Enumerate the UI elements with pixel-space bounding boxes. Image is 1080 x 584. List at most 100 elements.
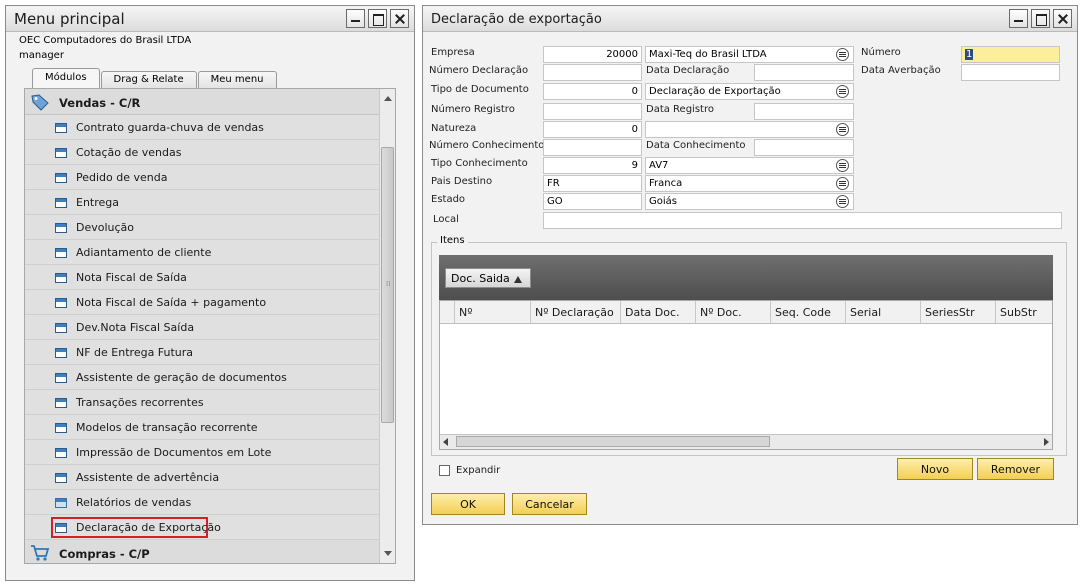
close-button[interactable] — [390, 9, 409, 28]
menu-item-devolucao[interactable]: Devolução — [25, 215, 380, 240]
menu-item-label: Declaração de Exportação — [76, 521, 221, 534]
section-compras-label: Compras - C/P — [59, 547, 150, 561]
export-window-title: Declaração de exportação — [431, 12, 602, 27]
cancelar-button[interactable]: Cancelar — [512, 493, 587, 515]
col-header-seq-code[interactable]: Seq. Code — [770, 301, 845, 323]
close-button[interactable] — [1053, 9, 1072, 28]
tab-meu-menu[interactable]: Meu menu — [197, 71, 277, 89]
menu-item-assistente-geracao[interactable]: Assistente de geração de documentos — [25, 365, 380, 390]
form-icon — [55, 273, 67, 283]
tab-modulos[interactable]: Módulos — [32, 68, 100, 89]
grid-hscrollbar[interactable] — [440, 434, 1052, 449]
minimize-button[interactable] — [1009, 9, 1028, 28]
menu-item-nf-entrega-futura[interactable]: NF de Entrega Futura — [25, 340, 380, 365]
numero-declaracao-label: Número Declaração — [429, 65, 529, 76]
tipo-conhecimento-name-field[interactable]: AV7 — [645, 157, 854, 174]
natureza-name-field[interactable] — [645, 121, 854, 138]
scroll-up-icon[interactable] — [381, 90, 395, 106]
data-averbacao-field[interactable] — [961, 64, 1060, 81]
natureza-code-field[interactable]: 0 — [543, 121, 642, 138]
numero-conhecimento-field[interactable] — [543, 139, 642, 156]
tipo-conhecimento-label: Tipo Conhecimento — [431, 158, 528, 169]
data-registro-field[interactable] — [754, 103, 854, 120]
menu-item-label: Relatórios de vendas — [76, 496, 192, 509]
menu-item-assistente-advertencia[interactable]: Assistente de advertência — [25, 465, 380, 490]
estado-code-field[interactable]: GO — [543, 193, 642, 210]
novo-button[interactable]: Novo — [897, 458, 973, 480]
main-menu-titlebar[interactable]: Menu principal — [6, 6, 414, 32]
data-declaracao-field[interactable] — [754, 64, 854, 81]
pais-destino-name-field[interactable]: Franca — [645, 175, 854, 192]
form-icon — [55, 348, 67, 358]
menu-item-nota-fiscal-saida[interactable]: Nota Fiscal de Saída — [25, 265, 380, 290]
menu-item-transacoes-recorrentes[interactable]: Transações recorrentes — [25, 390, 380, 415]
ok-button[interactable]: OK — [431, 493, 505, 515]
maximize-button[interactable] — [368, 9, 387, 28]
scroll-thumb[interactable]: ⁞⁞ — [381, 147, 394, 423]
choose-list-icon[interactable] — [836, 177, 849, 190]
menu-tabs: Módulos Drag & Relate Meu menu — [32, 68, 278, 89]
numero-declaracao-field[interactable] — [543, 64, 642, 81]
local-field[interactable] — [543, 212, 1062, 229]
menu-item-cotacao[interactable]: Cotação de vendas — [25, 140, 380, 165]
numero-registro-field[interactable] — [543, 103, 642, 120]
menu-item-impressao-lote[interactable]: Impressão de Documentos em Lote — [25, 440, 380, 465]
section-compras[interactable]: Compras - C/P — [25, 540, 380, 563]
modules-scrollbar[interactable]: ⁞⁞ — [379, 89, 395, 563]
menu-item-entrega[interactable]: Entrega — [25, 190, 380, 215]
estado-name-field[interactable]: Goiás — [645, 193, 854, 210]
company-name: OEC Computadores do Brasil LTDA — [19, 35, 192, 46]
menu-item-declaracao-exportacao[interactable]: Declaração de Exportação — [25, 515, 380, 540]
data-conhecimento-field[interactable] — [754, 139, 854, 156]
menu-item-modelos-transacao[interactable]: Modelos de transação recorrente — [25, 415, 380, 440]
itens-grid[interactable]: Nº Nº Declaração Data Doc. Nº Doc. Seq. … — [439, 300, 1053, 450]
tipo-documento-code-field[interactable]: 0 — [543, 83, 642, 100]
tipo-conhecimento-code-field[interactable]: 9 — [543, 157, 642, 174]
numero-field[interactable]: 1 — [961, 46, 1060, 63]
col-header-substr[interactable]: SubStr — [995, 301, 1052, 323]
menu-item-dev-nota-fiscal[interactable]: Dev.Nota Fiscal Saída — [25, 315, 380, 340]
scroll-down-icon[interactable] — [381, 546, 395, 562]
col-header-serial[interactable]: Serial — [845, 301, 920, 323]
hscroll-thumb[interactable] — [456, 436, 770, 447]
col-header-data-doc[interactable]: Data Doc. — [620, 301, 695, 323]
scroll-right-icon[interactable] — [1044, 438, 1049, 446]
col-header-n-doc[interactable]: Nº Doc. — [695, 301, 770, 323]
menu-item-relatorios-vendas[interactable]: Relatórios de vendas — [25, 490, 380, 515]
tipo-documento-name-field[interactable]: Declaração de Exportação — [645, 83, 854, 100]
choose-list-icon[interactable] — [836, 48, 849, 61]
choose-list-icon[interactable] — [836, 195, 849, 208]
section-vendas[interactable]: Vendas - C/R — [25, 89, 380, 115]
form-icon — [55, 473, 67, 483]
menu-item-label: Impressão de Documentos em Lote — [76, 446, 272, 459]
shopping-cart-icon — [30, 544, 50, 563]
choose-list-icon[interactable] — [836, 85, 849, 98]
empresa-name-field[interactable]: Maxi-Teq do Brasil LTDA — [645, 46, 854, 63]
export-titlebar[interactable]: Declaração de exportação — [423, 6, 1077, 32]
empresa-code-field[interactable]: 20000 — [543, 46, 642, 63]
pais-destino-label: Pais Destino — [431, 176, 493, 187]
tab-drag-relate[interactable]: Drag & Relate — [100, 71, 197, 89]
expandir-checkbox[interactable] — [439, 465, 450, 476]
scroll-left-icon[interactable] — [443, 438, 448, 446]
choose-list-icon[interactable] — [836, 123, 849, 136]
data-averbacao-label: Data Averbação — [861, 65, 941, 76]
menu-item-adiantamento[interactable]: Adiantamento de cliente — [25, 240, 380, 265]
menu-item-label: Assistente de geração de documentos — [76, 371, 287, 384]
maximize-button[interactable] — [1031, 9, 1050, 28]
choose-list-icon[interactable] — [836, 159, 849, 172]
menu-item-pedido[interactable]: Pedido de venda — [25, 165, 380, 190]
col-header-seriesstr[interactable]: SeriesStr — [920, 301, 995, 323]
col-header-n-declaracao[interactable]: Nº Declaração — [530, 301, 620, 323]
main-menu-window: Menu principal OEC Computadores do Brasi… — [5, 5, 415, 581]
modules-panel: Vendas - C/R Contrato guarda-chuva de ve… — [24, 88, 396, 564]
form-icon — [55, 373, 67, 383]
menu-item-nota-fiscal-pagamento[interactable]: Nota Fiscal de Saída + pagamento — [25, 290, 380, 315]
menu-item-contrato[interactable]: Contrato guarda-chuva de vendas — [25, 115, 380, 140]
group-by-button[interactable]: Doc. Saida — [445, 268, 531, 288]
col-header-n[interactable]: Nº — [454, 301, 530, 323]
pais-destino-code-field[interactable]: FR — [543, 175, 642, 192]
menu-item-label: Assistente de advertência — [76, 471, 220, 484]
remover-button[interactable]: Remover — [977, 458, 1054, 480]
minimize-button[interactable] — [346, 9, 365, 28]
